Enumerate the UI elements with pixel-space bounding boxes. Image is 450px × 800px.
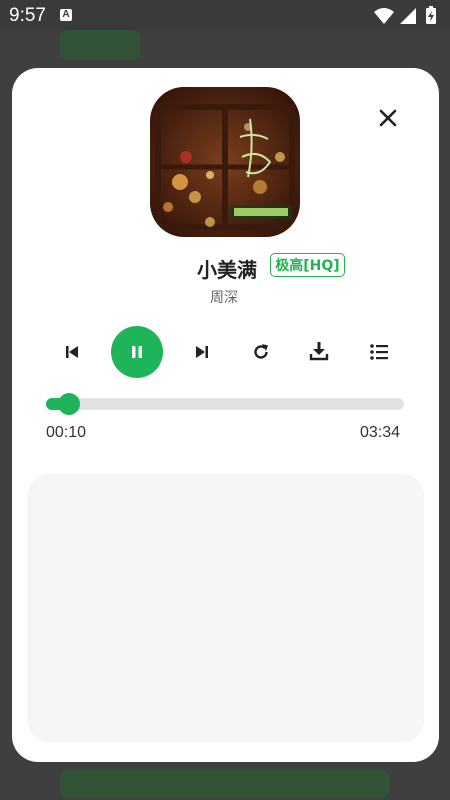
previous-button[interactable] [60,340,84,364]
status-bar: 9:57 A [0,0,450,30]
download-button[interactable] [306,338,332,364]
background-element [60,770,390,798]
close-icon [379,109,397,127]
repeat-icon [254,344,268,359]
playlist-button[interactable] [366,339,392,365]
total-time: 03:34 [360,424,401,441]
signal-icon [400,8,416,24]
pause-icon [132,346,142,358]
next-icon [196,346,208,358]
progress-thumb[interactable] [57,393,80,415]
lyrics-panel [27,474,424,742]
close-button[interactable] [374,104,402,132]
quality-badge[interactable]: 极高[HQ] [270,253,345,277]
pause-button[interactable] [111,326,163,378]
current-time: 00:10 [46,424,87,441]
previous-icon [66,346,78,358]
artist-name[interactable]: 周深 [210,287,238,307]
wifi-icon [374,8,394,24]
download-icon [309,342,329,361]
playlist-icon [370,344,388,360]
notification-badge: A [60,9,72,21]
album-cover [150,87,300,237]
next-button[interactable] [190,340,214,364]
background-element [60,30,140,60]
battery-charging-icon [426,6,436,24]
song-title: 小美满 [197,258,257,282]
system-icons [374,6,444,31]
status-time: 9:57 [9,5,46,26]
repeat-button[interactable] [248,339,274,365]
progress-bar[interactable] [46,393,404,415]
